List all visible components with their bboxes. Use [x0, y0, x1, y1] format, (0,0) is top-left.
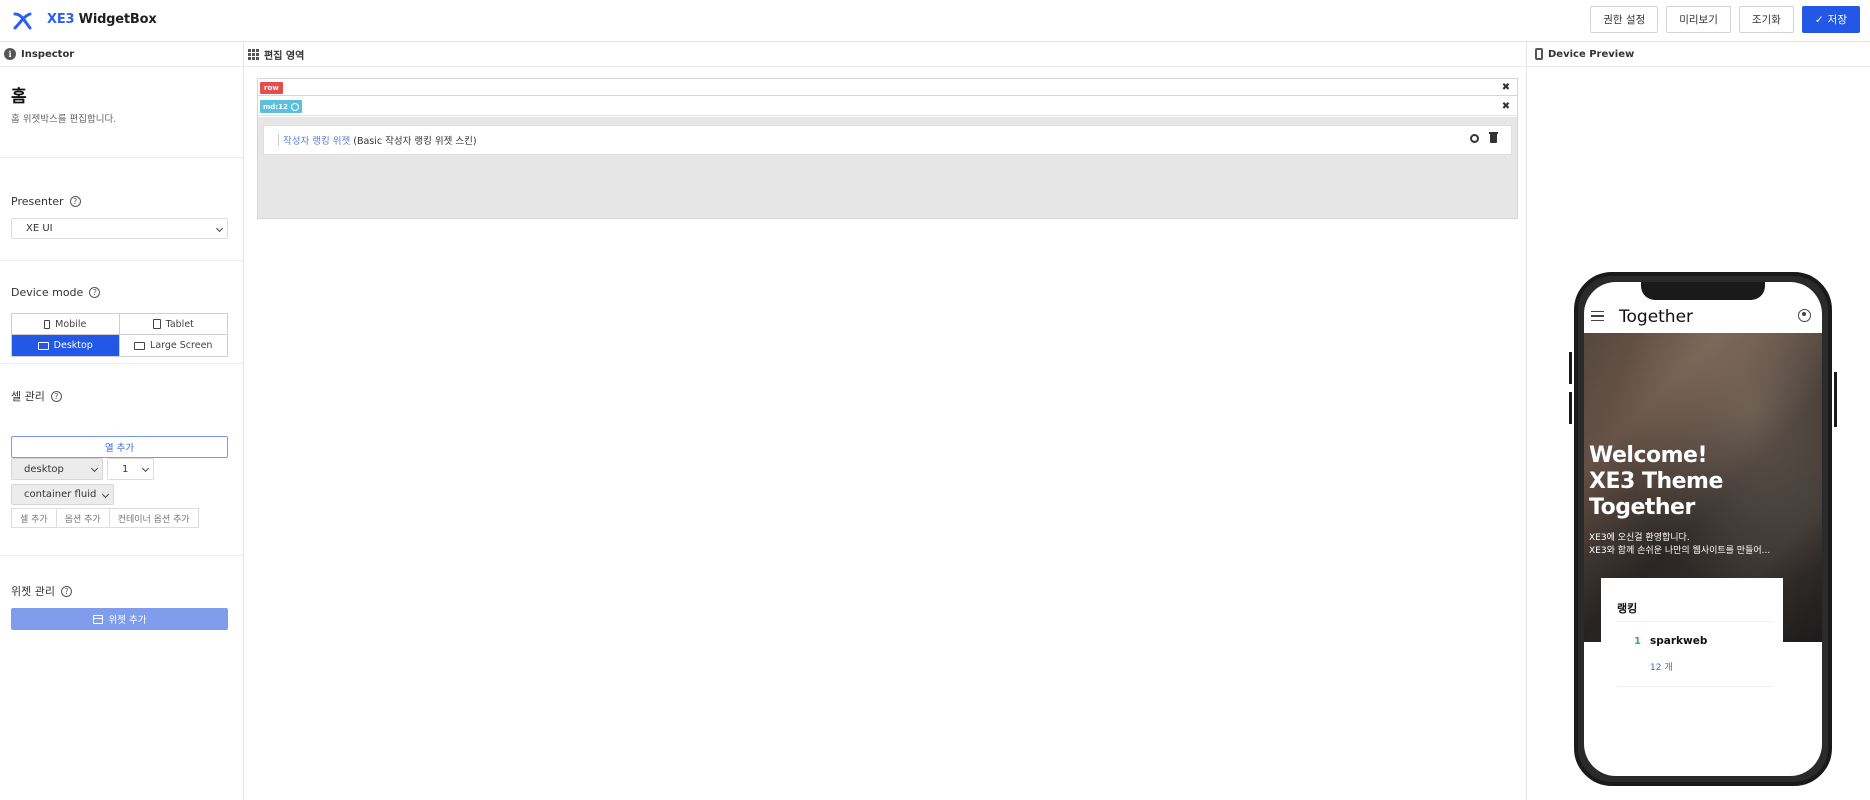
widget-manage-label: 위젯 관리 ? [11, 583, 72, 599]
desktop-icon [37, 341, 49, 350]
user-icon[interactable] [1798, 309, 1811, 322]
add-container-option-button[interactable]: 컨테이너 옵션 추가 [108, 508, 199, 528]
chevron-down-icon [215, 224, 224, 232]
chevron-down-icon [90, 464, 99, 473]
top-bar: XE3 WidgetBox 권한 설정 미리보기 조기화 ✓ 저장 [0, 0, 1870, 42]
settings-icon[interactable] [290, 102, 299, 111]
phone-screen: Together Welcome! XE3 Theme Together XE3… [1584, 282, 1822, 776]
close-icon[interactable]: ✖ [1500, 100, 1512, 112]
container-select[interactable]: container fluid [11, 484, 114, 505]
widget-skin: (Basic 작성자 랭킹 위젯 스킨) [353, 136, 477, 147]
phone-icon [1535, 48, 1543, 60]
mode-large-screen-button[interactable]: Large Screen [120, 335, 228, 356]
trash-icon[interactable] [1489, 132, 1498, 143]
device-preview-header: Device Preview [1527, 42, 1870, 67]
hero-subtitle: XE3에 오신걸 환영합니다. [1589, 533, 1690, 543]
menu-icon[interactable] [1591, 311, 1604, 321]
rank-user-name[interactable]: sparkweb [1650, 635, 1707, 647]
add-cell-button[interactable]: 셀 추가 [11, 508, 57, 528]
xe-logo-icon[interactable] [12, 10, 34, 32]
widget-item[interactable]: 작성자 랭킹 위젯 (Basic 작성자 랭킹 위젯 스킨) [263, 125, 1512, 155]
rank-count: 12 개 [1650, 663, 1673, 673]
chevron-down-icon [141, 464, 150, 473]
app-header: Together [1584, 300, 1822, 333]
device-mode-group: Mobile Tablet Desktop Large Screen [11, 313, 228, 357]
layout-canvas: row ✖ md:12 ✖ 작성자 랭킹 위젯 (Basic 작성자 랭킹 위젯… [257, 78, 1518, 219]
close-icon[interactable]: ✖ [1500, 81, 1512, 93]
device-preview-panel: Device Preview Together Welcome! XE3 The… [1527, 42, 1870, 800]
row-tag[interactable]: row [260, 82, 283, 94]
permission-button[interactable]: 권한 설정 [1590, 6, 1659, 33]
page-description: 홈 위젯박스를 편집합니다. [11, 114, 117, 125]
help-icon[interactable]: ? [89, 287, 101, 298]
brand-title: XE3 WidgetBox [47, 12, 157, 27]
inspector-header: i Inspector [0, 42, 243, 67]
device-mode-label: Device mode ? [11, 286, 101, 299]
presenter-label: Presenter ? [11, 195, 81, 208]
app-title: Together [1619, 307, 1694, 327]
device-select[interactable]: desktop [11, 458, 103, 480]
column-count-select[interactable]: 1 [107, 458, 154, 480]
ranking-card: 랭킹 1 sparkweb 12 개 [1601, 578, 1783, 708]
hero-description: XE3와 함께 손쉬운 나만의 웹사이트를 만들어... [1589, 546, 1771, 556]
ranking-title: 랭킹 [1617, 602, 1638, 615]
mode-tablet-button[interactable]: Tablet [119, 314, 227, 335]
help-icon[interactable]: ? [50, 390, 62, 402]
gear-icon[interactable] [1470, 134, 1479, 143]
phone-frame: Together Welcome! XE3 Theme Together XE3… [1574, 272, 1832, 786]
add-option-button[interactable]: 옵션 추가 [55, 508, 110, 528]
help-icon[interactable]: ? [60, 585, 72, 597]
cell-manage-label: 셀 관리 ? [11, 388, 62, 404]
column-bar[interactable]: md:12 ✖ [258, 97, 1517, 116]
preview-button[interactable]: 미리보기 [1666, 6, 1731, 33]
column-tag[interactable]: md:12 [260, 100, 302, 113]
mode-mobile-button[interactable]: Mobile [12, 314, 120, 335]
row-bar[interactable]: row ✖ [258, 79, 1517, 96]
info-icon: i [4, 48, 16, 60]
check-icon: ✓ [1814, 13, 1824, 26]
hero-title: Welcome! XE3 Theme Together [1589, 443, 1723, 520]
inspector-panel: i Inspector 홈 홈 위젯박스를 편집합니다. Presenter ?… [0, 42, 244, 800]
save-button[interactable]: ✓ 저장 [1801, 6, 1860, 33]
rank-number: 1 [1634, 636, 1641, 647]
add-widget-button[interactable]: 위젯 추가 [11, 608, 228, 630]
edit-area-header: 편집 영역 [244, 42, 1526, 67]
edit-area-panel: 편집 영역 row ✖ md:12 ✖ 작성자 랭킹 위젯 (Basic 작성자… [244, 42, 1527, 800]
widget-icon [92, 614, 103, 624]
tablet-icon [152, 319, 161, 329]
page-title: 홈 [11, 87, 27, 107]
mode-desktop-button[interactable]: Desktop [12, 335, 120, 356]
help-icon[interactable]: ? [69, 196, 81, 207]
phone-notch [1641, 282, 1765, 300]
presenter-select[interactable]: XE UI [11, 218, 228, 239]
reset-button[interactable]: 조기화 [1738, 6, 1794, 33]
column-body: 작성자 랭킹 위젯 (Basic 작성자 랭킹 위젯 스킨) [258, 117, 1517, 218]
mobile-icon [44, 319, 51, 329]
widget-name: 작성자 랭킹 위젯 [283, 136, 351, 147]
grid-icon [248, 48, 259, 60]
chevron-down-icon [101, 490, 110, 498]
monitor-icon [134, 341, 146, 350]
add-column-button[interactable]: 열 추가 [11, 436, 228, 458]
